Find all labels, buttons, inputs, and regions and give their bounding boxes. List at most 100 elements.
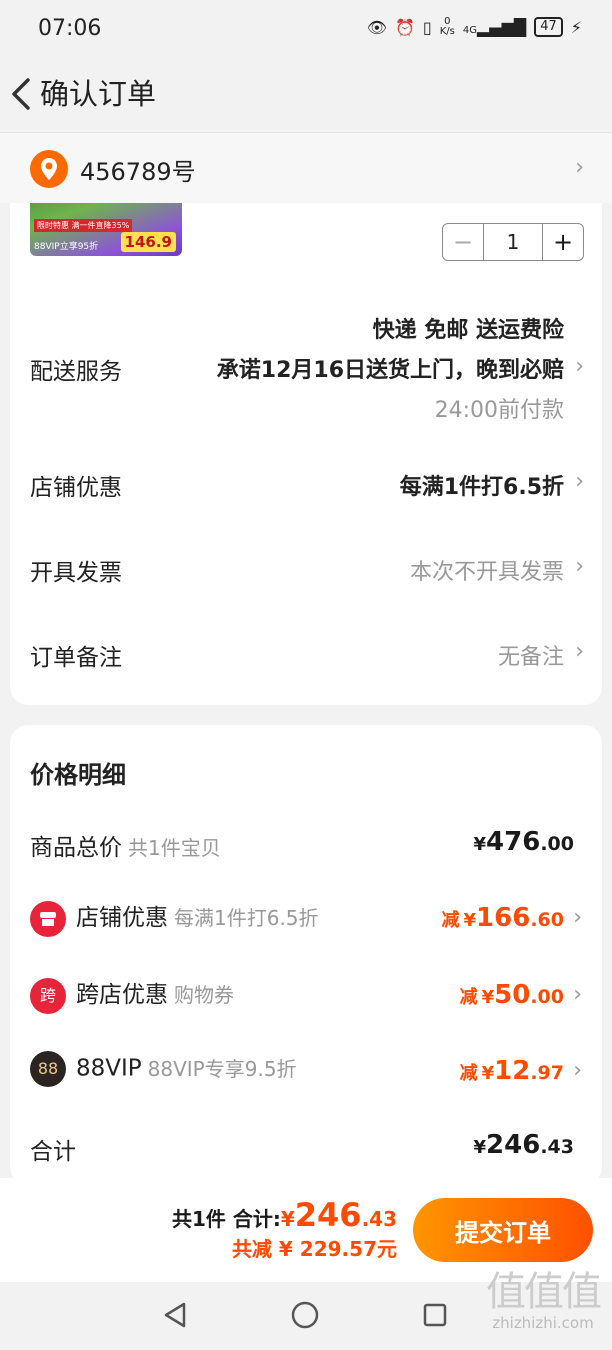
vip-amount: 减 ¥12.97: [460, 1056, 564, 1086]
chevron-right-icon: ›: [575, 354, 584, 379]
store-discount-detail-sub: 每满1件打6.5折: [174, 906, 319, 930]
currency-symbol: ¥: [280, 1207, 295, 1231]
store-discount-detail-label: 店铺优惠: [76, 905, 168, 931]
amount-int: 166: [476, 903, 531, 933]
currency-symbol: ¥: [481, 987, 495, 1008]
chevron-right-icon: ›: [573, 1058, 582, 1083]
checkout-total: 共1件 合计:¥246.43: [172, 1196, 397, 1234]
total-amount: ¥246.43: [474, 1130, 574, 1160]
checkout-saved: 共减 ¥ 229.57元: [231, 1237, 397, 1261]
store-discount-value: 每满1件打6.5折: [399, 475, 564, 500]
goods-total-label: 商品总价: [30, 835, 122, 861]
order-card: 限时特惠 满一件直降35% 88VIP立享95折 146.9 − 1 + 配送服…: [10, 160, 602, 705]
quantity-value[interactable]: 1: [483, 224, 543, 260]
vip-88-icon: 88: [30, 1051, 66, 1087]
amount-dec: .60: [530, 909, 564, 931]
goods-total-sub: 共1件宝贝: [128, 836, 221, 860]
watermark: 值值值 zhizhizhi.com: [486, 1269, 602, 1332]
cross-store-label: 跨店优惠: [76, 982, 168, 1008]
invoice-value: 本次不开具发票: [409, 560, 564, 585]
checkout-total-int: 246: [294, 1196, 362, 1234]
shop-icon: [30, 900, 66, 937]
note-label: 订单备注: [30, 645, 122, 671]
amount-int: 246: [486, 1130, 541, 1160]
quantity-stepper: − 1 +: [442, 223, 584, 261]
battery-icon: 47: [534, 17, 563, 37]
back-button[interactable]: [8, 74, 38, 114]
chevron-right-icon: ›: [575, 469, 584, 494]
vip-label-wrap: 88 88VIP 88VIP专享9.5折: [30, 1051, 297, 1087]
amount-int: 476: [486, 827, 541, 857]
goods-total-label-wrap: 商品总价 共1件宝贝: [30, 828, 221, 862]
thumb-sale-text: 限时特惠 满一件直降35%: [34, 219, 133, 232]
watermark-logo: 值值值: [486, 1269, 602, 1315]
note-value: 无备注: [497, 645, 564, 670]
chevron-right-icon: ›: [573, 982, 582, 1007]
price-detail-card: 价格明细 商品总价 共1件宝贝 ¥476.00 店铺优惠 每满1件打6.5折 减 ¥1…: [10, 725, 602, 1185]
amount-dec: .00: [540, 833, 574, 855]
amount-int: 50: [494, 980, 531, 1010]
signal-label: 4G: [462, 24, 477, 36]
amount-dec: .97: [530, 1062, 564, 1084]
status-bar: 07:06 👁 ⏰ ▯ 0 K/s 4G▂▄▆█ 47 ⚡: [0, 0, 612, 60]
watermark-url: zhizhizhi.com: [492, 1314, 594, 1332]
net-speed: 0 K/s: [440, 17, 455, 37]
status-icons: 👁 ⏰ ▯ 0 K/s 4G▂▄▆█ 47 ⚡: [367, 17, 582, 37]
chevron-right-icon: ›: [575, 639, 584, 664]
amount-dec: .00: [530, 986, 564, 1008]
amount-dec: .43: [540, 1136, 574, 1158]
goods-total-amount: ¥476.00: [474, 827, 574, 857]
reduce-label: 减: [459, 1063, 478, 1084]
nav-back-icon[interactable]: [160, 1300, 190, 1330]
header: 确认订单: [0, 60, 612, 132]
status-time: 07:06: [38, 16, 102, 41]
submit-order-button[interactable]: 提交订单: [413, 1198, 593, 1262]
location-pin-icon: [30, 150, 68, 188]
cross-store-label-wrap: 跨跨店优惠 购物券: [30, 975, 234, 1014]
decrease-button[interactable]: −: [443, 224, 483, 260]
delivery-line3: 24:00前付款: [434, 398, 564, 423]
currency-symbol: ¥: [473, 1137, 487, 1158]
cross-store-icon: 跨: [30, 977, 66, 1014]
net-speed-unit: K/s: [439, 26, 455, 37]
nav-recents-icon[interactable]: [420, 1300, 450, 1330]
checkout-bar: 共1件 合计:¥246.43 共减 ¥ 229.57元 提交订单: [0, 1178, 612, 1282]
increase-button[interactable]: +: [543, 224, 583, 260]
signal-icon: 4G▂▄▆█: [462, 17, 527, 37]
delivery-line2: 承诺12月16日送货上门，晚到必赔: [216, 358, 564, 383]
store-discount-label: 店铺优惠: [30, 475, 122, 501]
vibrate-icon: ▯: [422, 17, 432, 37]
address-text: 456789号: [80, 158, 196, 186]
reduce-label: 减: [441, 910, 460, 931]
currency-symbol: ¥: [473, 834, 487, 855]
delivery-line1: 快递 免邮 送运费险: [372, 318, 564, 343]
amount-int: 12: [494, 1056, 531, 1086]
currency-symbol: ¥: [463, 910, 477, 931]
cross-store-amount: 减 ¥50.00: [460, 980, 564, 1010]
currency-symbol: ¥: [481, 1063, 495, 1084]
invoice-label: 开具发票: [30, 560, 122, 586]
cross-store-sub: 购物券: [174, 983, 234, 1007]
thumb-price: 146.9: [120, 232, 176, 252]
eye-icon: 👁: [366, 17, 387, 37]
price-detail-title: 价格明细: [30, 761, 126, 789]
vip-label: 88VIP: [76, 1055, 142, 1082]
vip-sub: 88VIP专享9.5折: [147, 1056, 297, 1081]
charging-icon: ⚡: [570, 17, 582, 37]
store-discount-amount: 减 ¥166.60: [442, 903, 564, 933]
reduce-label: 减: [459, 987, 478, 1008]
chevron-left-icon: [12, 78, 30, 110]
store-discount-detail-label-wrap: 店铺优惠 每满1件打6.5折: [30, 898, 319, 937]
page-title: 确认订单: [40, 77, 157, 111]
checkout-total-dec: .43: [361, 1207, 397, 1231]
thumb-vip-text: 88VIP立享95折: [34, 242, 99, 252]
nav-home-icon[interactable]: [290, 1300, 320, 1330]
delivery-label: 配送服务: [30, 359, 122, 385]
checkout-count-text: 共1件 合计:: [171, 1207, 281, 1231]
chevron-right-icon: ›: [575, 155, 584, 180]
chevron-right-icon: ›: [575, 554, 584, 579]
chevron-right-icon: ›: [573, 905, 582, 930]
address-row[interactable]: 456789号 ›: [0, 132, 612, 203]
alarm-icon: ⏰: [395, 17, 415, 37]
total-label: 合计: [30, 1139, 76, 1165]
